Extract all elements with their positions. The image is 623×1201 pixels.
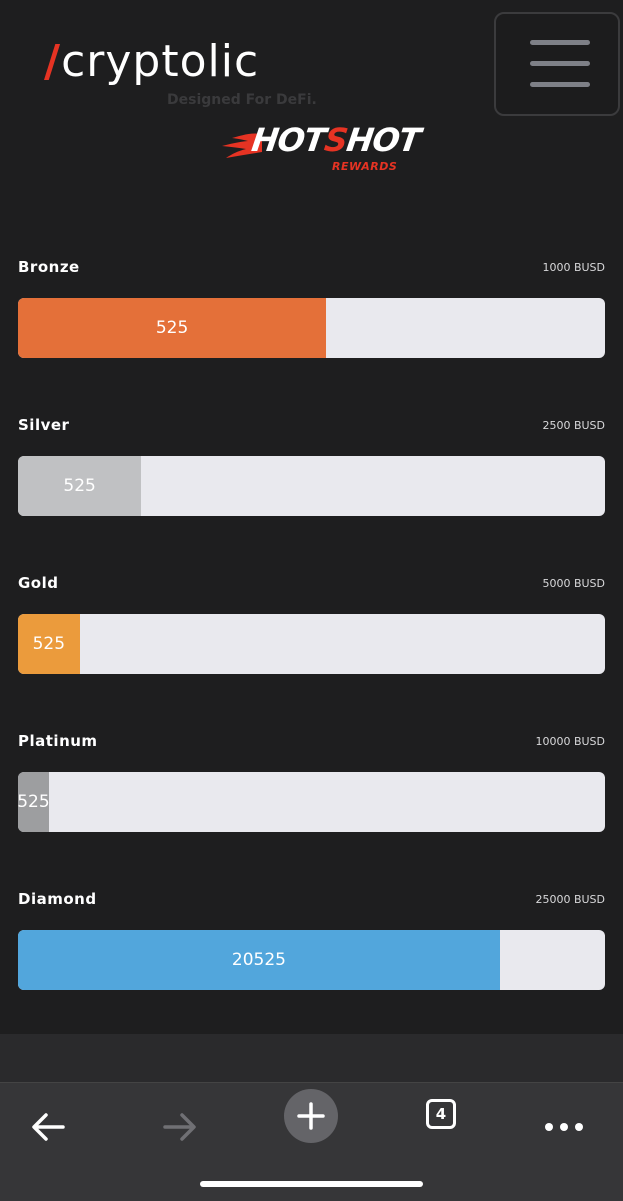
hotshot-rewards-logo: HOTSHOT REWARDS [222,121,422,180]
tier-name: Bronze [18,258,80,276]
new-tab-button[interactable] [284,1089,338,1143]
hotshot-title: HOTSHOT [249,121,423,159]
tier-goal: 2500 BUSD [542,419,605,432]
forward-button[interactable] [150,1097,210,1157]
tier-name: Gold [18,574,59,592]
tier-goal: 5000 BUSD [542,577,605,590]
rewards-subtitle: REWARDS [332,160,398,173]
progress-fill: 525 [18,456,142,516]
back-arrow-icon [32,1113,65,1141]
more-dots-icon [545,1123,583,1131]
progress-bar: 20525 [18,930,605,990]
tier-name: Platinum [18,732,98,750]
progress-fill: 20525 [18,930,500,990]
tier-goal: 10000 BUSD [535,735,605,748]
more-button[interactable] [534,1097,594,1157]
plus-icon [297,1102,325,1130]
progress-value: 20525 [231,950,286,970]
logo-name: cryptolic [61,36,260,87]
progress-fill: 525 [18,614,80,674]
tab-count: 4 [435,1105,447,1123]
progress-value: 525 [18,792,50,812]
tier-name: Diamond [18,890,97,908]
progress-bar: 525 [18,456,605,516]
logo-tagline: Designed For DeFi. [167,92,317,108]
tab-switcher-button[interactable]: 4 [426,1099,456,1129]
forward-arrow-icon [163,1113,196,1141]
progress-fill: 525 [18,772,50,832]
cryptolic-logo[interactable]: /cryptolic Designed For DeFi. [44,40,317,109]
page-footer-area [0,1034,623,1082]
progress-bar: 525 [18,614,605,674]
menu-button[interactable] [494,12,620,116]
tier-name: Silver [18,416,70,434]
progress-bar: 525 [18,772,605,832]
tier-goal: 25000 BUSD [535,893,605,906]
logo-slash: / [44,36,62,87]
progress-value: 525 [32,634,66,654]
progress-value: 525 [155,318,189,338]
progress-bar: 525 [18,298,605,358]
back-button[interactable] [18,1097,78,1157]
tier-goal: 1000 BUSD [542,261,605,274]
progress-value: 525 [63,476,96,496]
home-indicator [200,1181,423,1187]
progress-fill: 525 [18,298,327,358]
browser-toolbar: 4 [0,1082,623,1201]
